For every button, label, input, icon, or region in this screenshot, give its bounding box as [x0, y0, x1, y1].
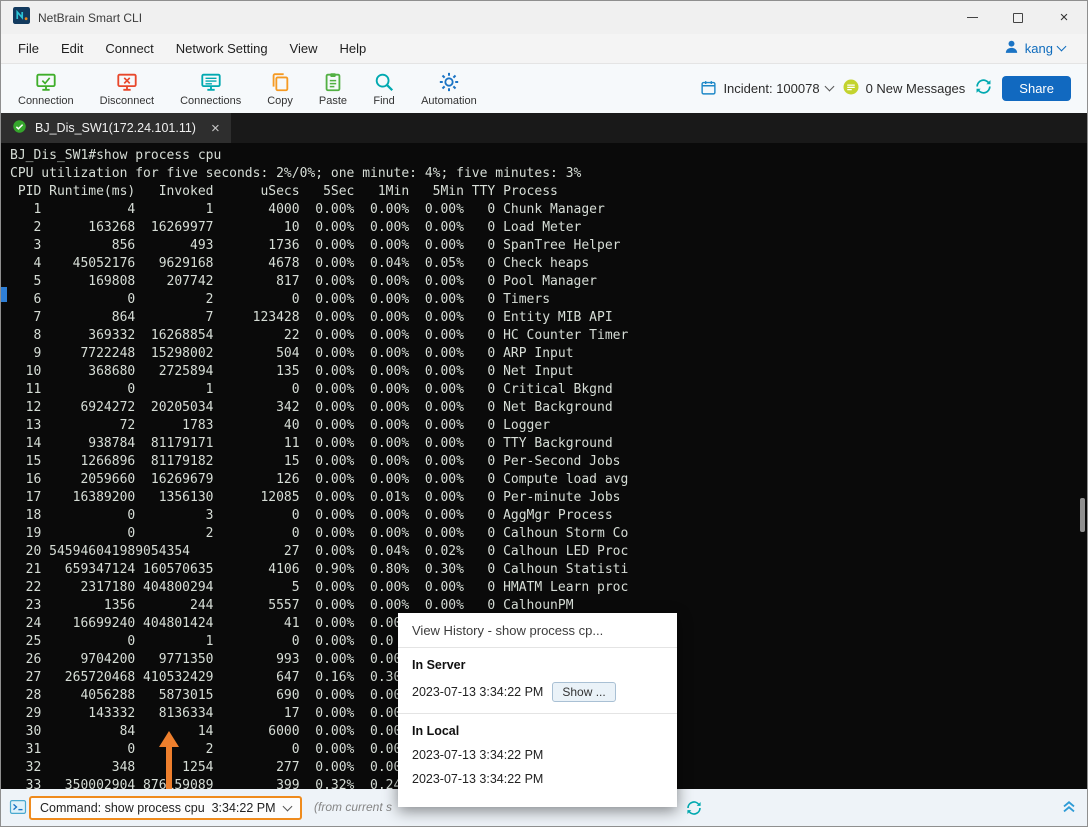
history-entry: 2023-07-13 3:34:22 PM Show ...	[412, 682, 663, 702]
arrow-head	[159, 731, 179, 747]
find-label: Find	[373, 95, 394, 107]
view-history-popup: View History - show process cp... In Ser…	[398, 613, 677, 807]
incident-selector[interactable]: Incident: 100078	[700, 79, 832, 99]
menubar: File Edit Connect Network Setting View H…	[1, 34, 1087, 63]
menu-item-view[interactable]: View	[279, 37, 329, 60]
share-button[interactable]: Share	[1002, 76, 1071, 101]
paste-button[interactable]: Paste	[306, 71, 360, 107]
connection-label: Connection	[18, 95, 74, 107]
connections-button[interactable]: Connections	[167, 71, 254, 107]
annotation-arrow-up	[159, 731, 179, 789]
menu-item-edit[interactable]: Edit	[50, 37, 94, 60]
menu-item-file[interactable]: File	[7, 37, 50, 60]
terminal-scrollbar-thumb[interactable]	[1080, 498, 1085, 532]
arrow-stem	[166, 746, 172, 789]
popup-section-local: In Local 2023-07-13 3:34:22 PM 2023-07-1…	[398, 714, 677, 797]
user-icon	[1003, 38, 1020, 60]
copy-icon	[269, 71, 291, 94]
copy-label: Copy	[267, 95, 293, 107]
connection-icon	[35, 71, 57, 94]
popup-section-server: In Server 2023-07-13 3:34:22 PM Show ...	[398, 648, 677, 713]
calendar-icon	[700, 79, 717, 99]
messages-icon	[842, 78, 860, 99]
local-timestamp: 2023-07-13 3:34:22 PM	[412, 772, 543, 786]
selection-marker	[1, 287, 7, 302]
command-text: Command: show process cpu 3:34:22 PM	[40, 801, 276, 815]
server-timestamp: 2023-07-13 3:34:22 PM	[412, 685, 543, 699]
connection-button[interactable]: Connection	[5, 71, 87, 107]
tabbar: BJ_Dis_SW1(172.24.101.11) ×	[1, 113, 1087, 143]
show-button[interactable]: Show ...	[552, 682, 615, 702]
menu-item-connect[interactable]: Connect	[94, 37, 164, 60]
incident-label: Incident: 100078	[723, 81, 819, 96]
maximize-icon	[1013, 13, 1023, 23]
command-context-note: (from current s	[314, 800, 392, 814]
disconnect-label: Disconnect	[100, 95, 154, 107]
messages-label: 0 New Messages	[866, 81, 966, 96]
minimize-icon	[967, 17, 978, 19]
find-icon	[373, 71, 395, 94]
automation-button[interactable]: Automation	[408, 71, 490, 107]
automation-label: Automation	[421, 95, 477, 107]
user-name: kang	[1025, 41, 1053, 56]
copy-button[interactable]: Copy	[254, 71, 306, 107]
close-button[interactable]: ×	[1041, 1, 1087, 34]
tab-label: BJ_Dis_SW1(172.24.101.11)	[35, 121, 196, 135]
chevron-down-icon	[824, 82, 834, 92]
connections-icon	[200, 71, 222, 94]
app-logo-icon	[13, 7, 30, 29]
command-dropdown[interactable]: Command: show process cpu 3:34:22 PM	[29, 796, 302, 820]
disconnect-icon	[116, 71, 138, 94]
tab-bj-dis-sw1[interactable]: BJ_Dis_SW1(172.24.101.11) ×	[1, 113, 231, 143]
toolbar-right: Incident: 100078 0 New Messages Share	[700, 76, 1083, 101]
tab-close-icon[interactable]: ×	[211, 121, 220, 136]
history-entry[interactable]: 2023-07-13 3:34:22 PM	[412, 772, 663, 786]
automation-gear-icon	[438, 71, 460, 94]
menu-item-network-setting[interactable]: Network Setting	[165, 37, 279, 60]
popup-title: View History - show process cp...	[398, 613, 677, 648]
refresh-button[interactable]	[685, 799, 703, 822]
window-title: NetBrain Smart CLI	[38, 11, 142, 25]
cli-prompt-icon	[9, 798, 27, 821]
maximize-button[interactable]	[995, 1, 1041, 34]
messages-indicator[interactable]: 0 New Messages	[842, 78, 966, 99]
titlebar: NetBrain Smart CLI ×	[1, 1, 1087, 34]
collapse-up-button[interactable]	[1059, 796, 1079, 821]
find-button[interactable]: Find	[360, 71, 408, 107]
connections-label: Connections	[180, 95, 241, 107]
local-timestamp: 2023-07-13 3:34:22 PM	[412, 748, 543, 762]
app-window: NetBrain Smart CLI × File Edit Connect N…	[0, 0, 1088, 827]
disconnect-button[interactable]: Disconnect	[87, 71, 167, 107]
paste-icon	[322, 71, 344, 94]
window-controls: ×	[949, 1, 1087, 34]
paste-label: Paste	[319, 95, 347, 107]
chevron-down-icon	[282, 801, 292, 811]
user-menu[interactable]: kang	[1003, 38, 1081, 60]
local-heading: In Local	[412, 724, 663, 738]
minimize-button[interactable]	[949, 1, 995, 34]
toolbar: Connection Disconnect Connections Copy P…	[1, 63, 1087, 113]
history-entry[interactable]: 2023-07-13 3:34:22 PM	[412, 748, 663, 762]
connected-check-icon	[12, 119, 27, 137]
sync-button[interactable]	[974, 77, 993, 101]
menu-item-help[interactable]: Help	[329, 37, 378, 60]
server-heading: In Server	[412, 658, 663, 672]
chevron-down-icon	[1057, 42, 1067, 52]
